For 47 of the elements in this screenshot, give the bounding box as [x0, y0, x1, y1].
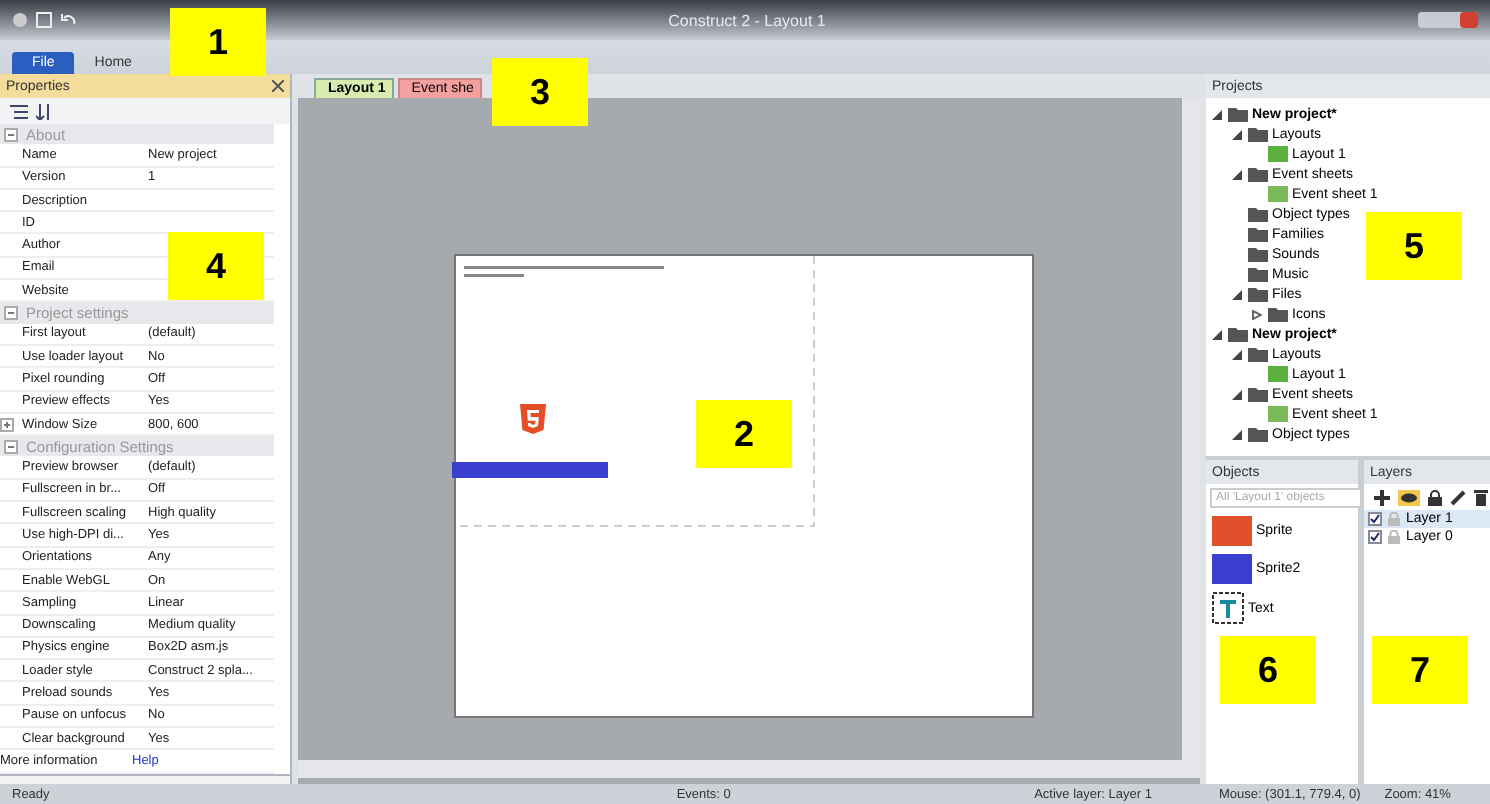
save-icon[interactable]	[36, 12, 52, 28]
event-sheet-icon	[1268, 186, 1288, 202]
close-icon[interactable]	[272, 80, 284, 92]
expand-arrow-icon[interactable]	[1232, 289, 1242, 299]
expander-icon[interactable]	[4, 127, 18, 142]
expand-arrow-icon[interactable]	[1232, 169, 1242, 179]
text-object-drawing[interactable]	[464, 264, 664, 282]
window-controls-icon[interactable]	[1418, 12, 1478, 28]
app-icon	[12, 12, 28, 28]
eye-icon[interactable]	[1398, 489, 1420, 505]
categorized-icon[interactable]	[10, 103, 28, 119]
expand-arrow-icon[interactable]	[1212, 329, 1222, 339]
text-object-icon	[1212, 592, 1244, 624]
expand-arrow-icon[interactable]	[1232, 129, 1242, 139]
vertical-scrollbar[interactable]	[1182, 98, 1200, 760]
layout-icon	[1268, 366, 1288, 382]
layout-icon	[1268, 146, 1288, 162]
callout-label: 2	[696, 400, 792, 468]
event-sheet-icon	[1268, 406, 1288, 422]
callout-label: 7	[1372, 636, 1468, 704]
expander-icon[interactable]	[4, 306, 18, 321]
expand-arrow-icon[interactable]	[1212, 109, 1222, 119]
folder-icon	[1248, 386, 1268, 402]
callout-label: 6	[1220, 636, 1316, 704]
add-icon[interactable]	[1374, 489, 1390, 505]
expand-arrow-icon[interactable]	[1232, 389, 1242, 399]
trash-icon[interactable]	[1474, 489, 1488, 505]
folder-icon	[1248, 426, 1268, 442]
callout-label: 5	[1366, 212, 1462, 280]
undo-icon[interactable]	[60, 12, 76, 28]
checkbox[interactable]	[1368, 530, 1382, 544]
lock-icon[interactable]	[1428, 489, 1442, 505]
horizontal-scrollbar[interactable]	[298, 760, 1200, 778]
expand-arrow-icon[interactable]	[1232, 349, 1242, 359]
callout-label: 4	[168, 232, 264, 300]
pencil-icon[interactable]	[1450, 489, 1466, 505]
expander-icon[interactable]	[0, 417, 14, 431]
folder-icon	[1248, 166, 1268, 182]
window-title: Construct 2 - Layout 1	[666, 11, 828, 29]
callout-label: 1	[170, 8, 266, 76]
expand-arrow-icon[interactable]	[1252, 309, 1262, 319]
sort-icon[interactable]	[36, 103, 54, 119]
checkbox[interactable]	[1368, 512, 1382, 526]
expand-arrow-icon[interactable]	[1232, 429, 1242, 439]
shield-logo-icon[interactable]	[520, 404, 546, 434]
expander-icon[interactable]	[4, 439, 18, 454]
callout-label: 3	[492, 58, 588, 126]
